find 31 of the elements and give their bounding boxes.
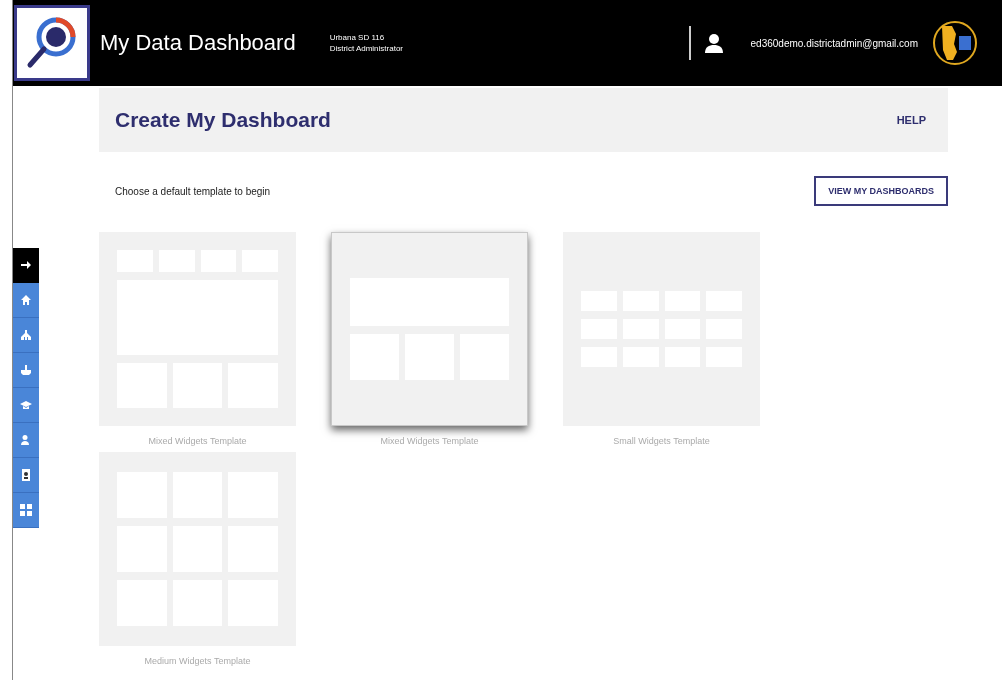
instruction-text: Choose a default template to begin	[115, 185, 271, 197]
podium-icon	[20, 364, 32, 376]
template-label: Mixed Widgets Template	[148, 436, 247, 446]
sidebar-button[interactable]	[13, 353, 39, 388]
home-icon	[20, 294, 32, 306]
user-email: ed360demo.districtadmin@gmail.com	[750, 37, 918, 49]
sidebar-button[interactable]	[13, 423, 39, 458]
arrow-icon	[20, 259, 32, 271]
sidebar-button[interactable]	[13, 283, 39, 318]
sidebar-button[interactable]	[13, 388, 39, 423]
view-dashboards-button[interactable]: VIEW MY DASHBOARDS	[814, 176, 948, 206]
template-label: Small Widgets Template	[613, 436, 710, 446]
id-badge-icon	[20, 469, 32, 481]
person-icon	[20, 434, 32, 446]
sidebar-button[interactable]	[13, 458, 39, 493]
user-role: District Administrator	[329, 44, 403, 53]
district-name: Urbana SD 116	[329, 33, 386, 42]
help-link[interactable]: HELP	[896, 114, 926, 126]
user-icon	[704, 33, 723, 53]
app-title: My Data Dashboard	[100, 30, 296, 56]
graduation-cap-icon	[20, 399, 32, 411]
widgets-icon	[20, 504, 32, 516]
state-logo-icon[interactable]	[932, 20, 978, 66]
sidebar-toggle-button[interactable]	[13, 248, 39, 283]
sidebar-button[interactable]	[13, 493, 39, 528]
template-label: Mixed Widgets Template	[380, 436, 479, 446]
sidebar-button[interactable]	[13, 318, 39, 353]
logo[interactable]	[14, 5, 90, 81]
template-label: Medium Widgets Template	[144, 656, 251, 666]
page-title: Create My Dashboard	[115, 108, 331, 132]
hierarchy-icon	[20, 329, 32, 341]
